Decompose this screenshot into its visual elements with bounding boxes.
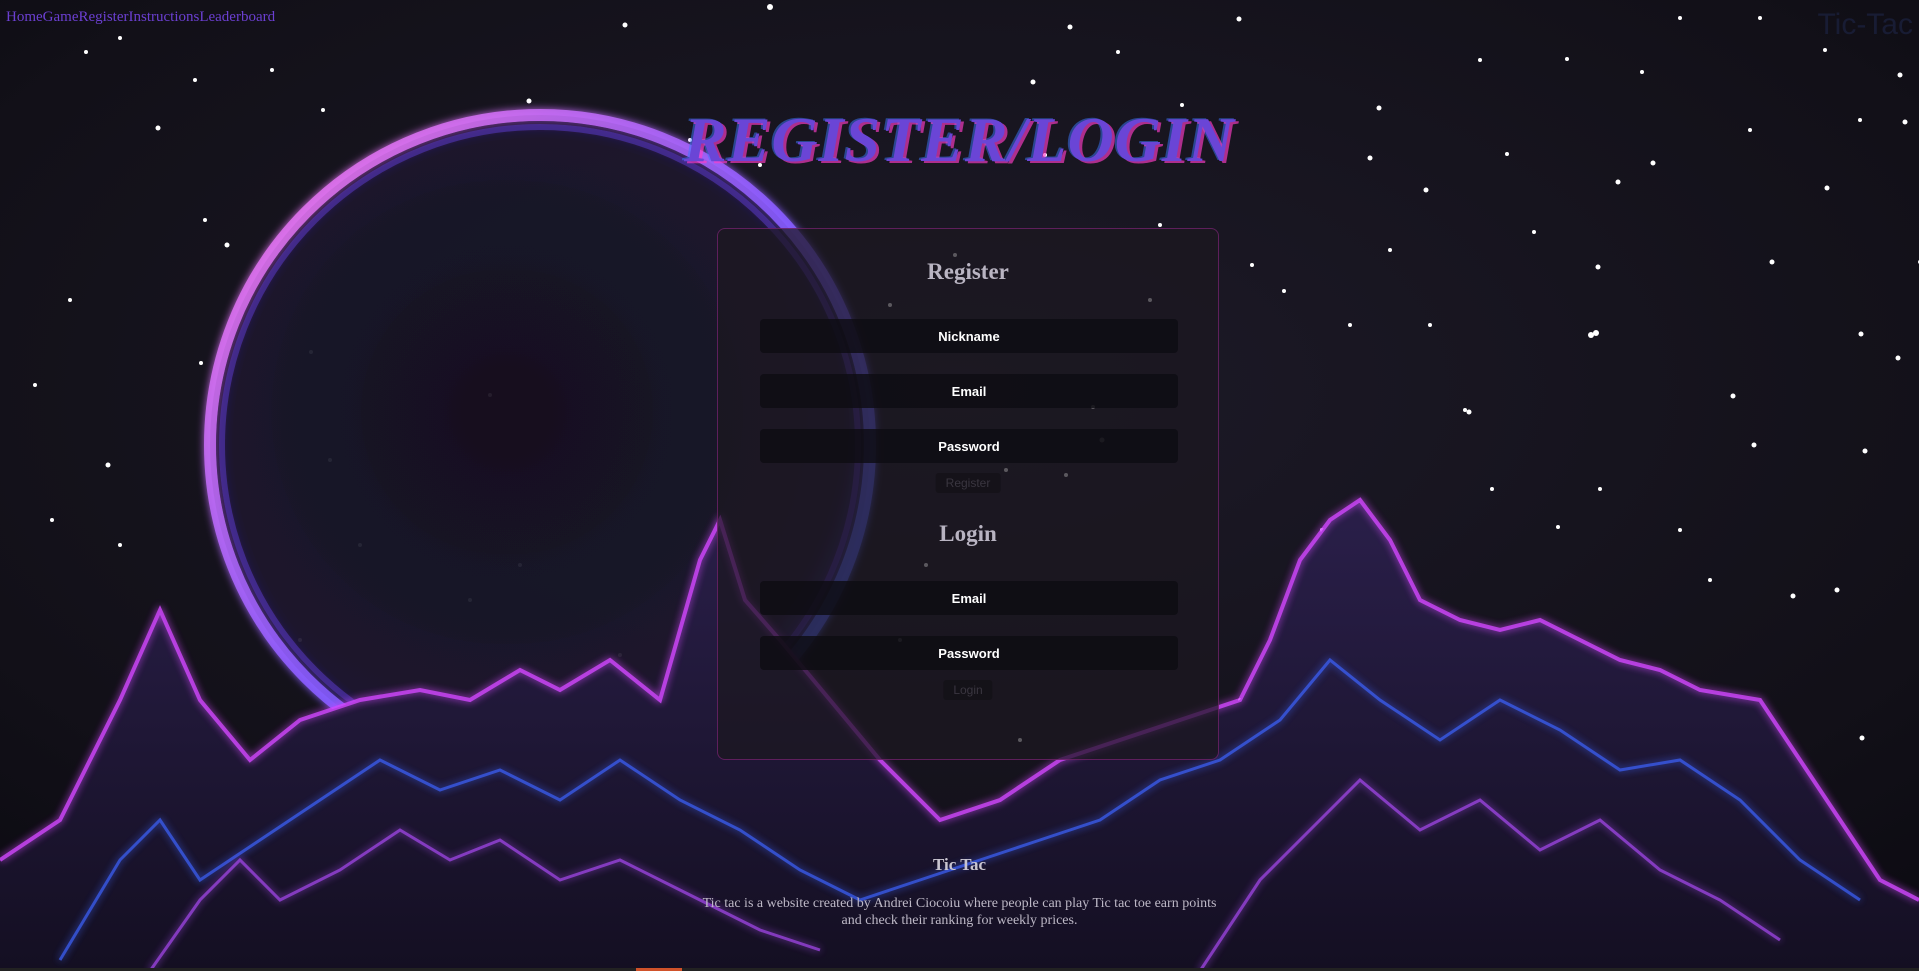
nav-link-leaderboard[interactable]: Leaderboard [199, 9, 275, 26]
footer: Tic Tac Tic tac is a website created by … [0, 855, 1919, 929]
login-email-input[interactable] [760, 581, 1178, 615]
footer-description: Tic tac is a website created by Andrei C… [702, 896, 1217, 928]
auth-panel: Register Register Login Login [717, 228, 1219, 760]
register-email-input[interactable] [760, 374, 1178, 408]
nav-link-register[interactable]: Register [79, 9, 129, 26]
nav-link-home[interactable]: Home [6, 9, 43, 26]
register-title: Register [927, 259, 1009, 284]
nav-link-game[interactable]: Game [43, 9, 79, 26]
login-button[interactable]: Login [943, 680, 993, 700]
nav-link-instructions[interactable]: Instructions [129, 9, 200, 26]
page-title: REGISTER/LOGIN [684, 104, 1235, 175]
top-nav: Home Game Register Instructions Leaderbo… [6, 9, 275, 26]
register-nickname-input[interactable] [760, 319, 1178, 353]
brand-logo: Tic-Tac [1817, 8, 1913, 41]
login-password-input[interactable] [760, 636, 1178, 670]
login-title: Login [939, 521, 997, 546]
register-button[interactable]: Register [935, 473, 1001, 493]
footer-title: Tic Tac [932, 855, 987, 874]
register-password-input[interactable] [760, 429, 1178, 463]
